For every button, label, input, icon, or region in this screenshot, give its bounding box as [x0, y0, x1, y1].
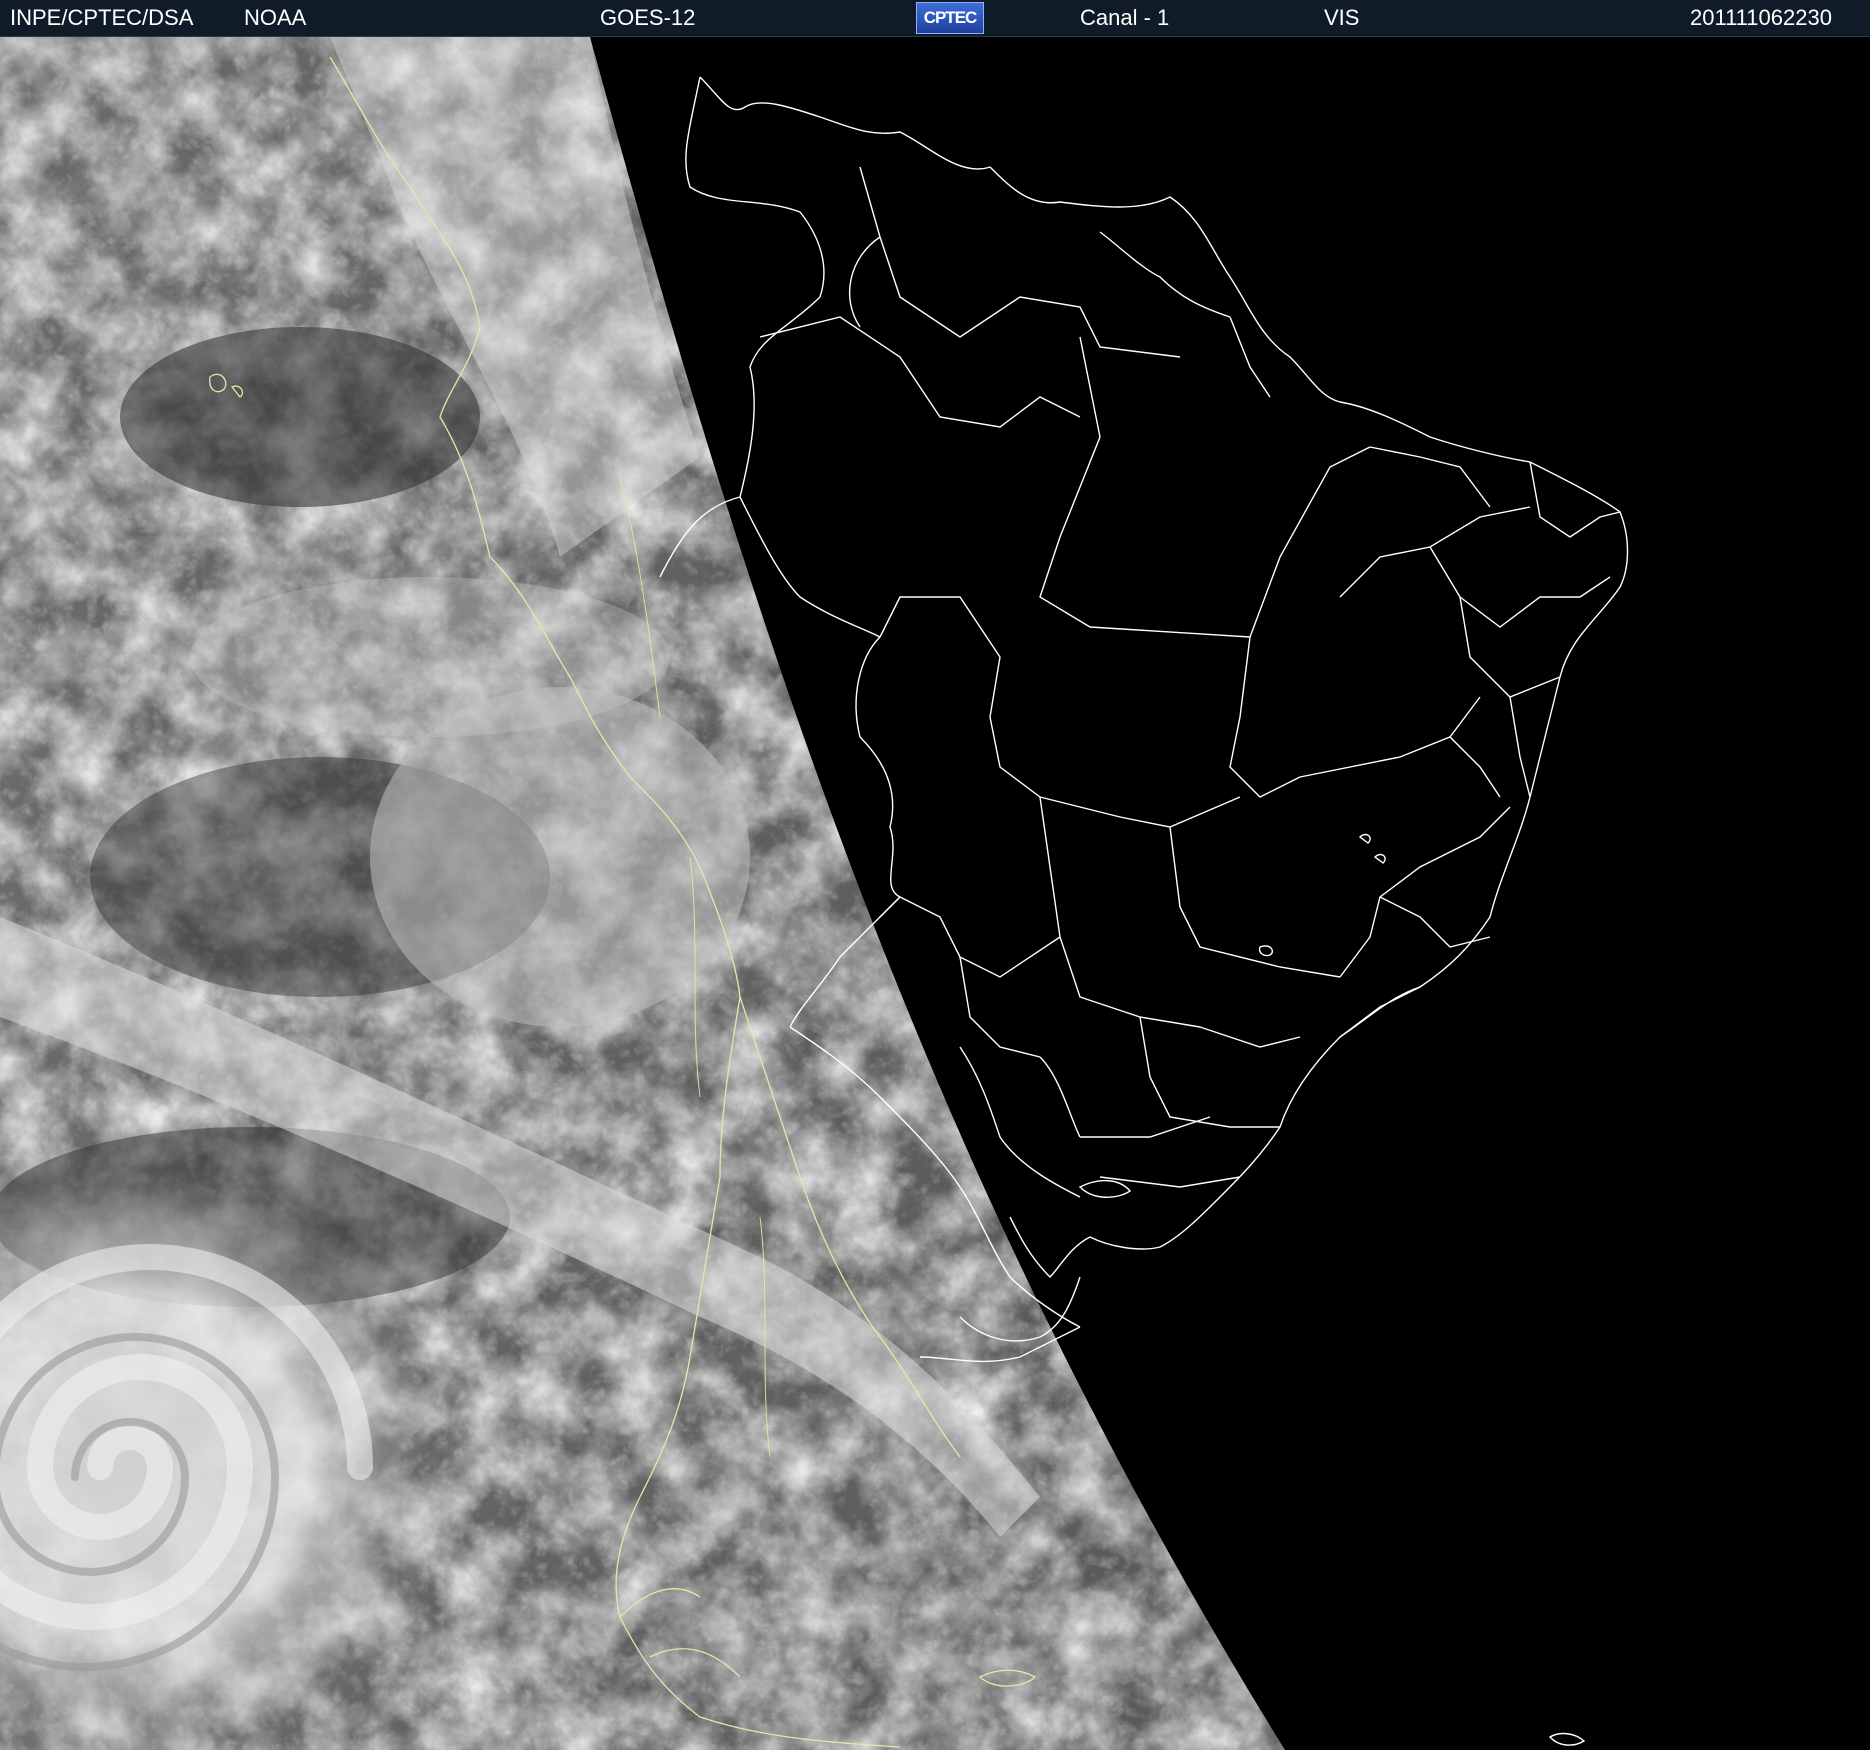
band-label: VIS: [1324, 5, 1360, 30]
timestamp-label: 201111062230: [1690, 5, 1832, 30]
channel-label: Canal - 1: [1080, 5, 1170, 30]
satellite-map: [0, 37, 1870, 1750]
satellite-label: GOES-12: [600, 5, 696, 30]
satellite-image: [0, 37, 1870, 1750]
agency-label: NOAA: [244, 5, 307, 30]
logo-text: CPTEC: [923, 8, 978, 27]
cptec-logo-icon: CPTEC: [916, 2, 984, 34]
image-header-bar: INPE/CPTEC/DSA NOAA GOES-12 CPTEC Canal …: [0, 0, 1870, 37]
source-label: INPE/CPTEC/DSA: [10, 5, 194, 30]
